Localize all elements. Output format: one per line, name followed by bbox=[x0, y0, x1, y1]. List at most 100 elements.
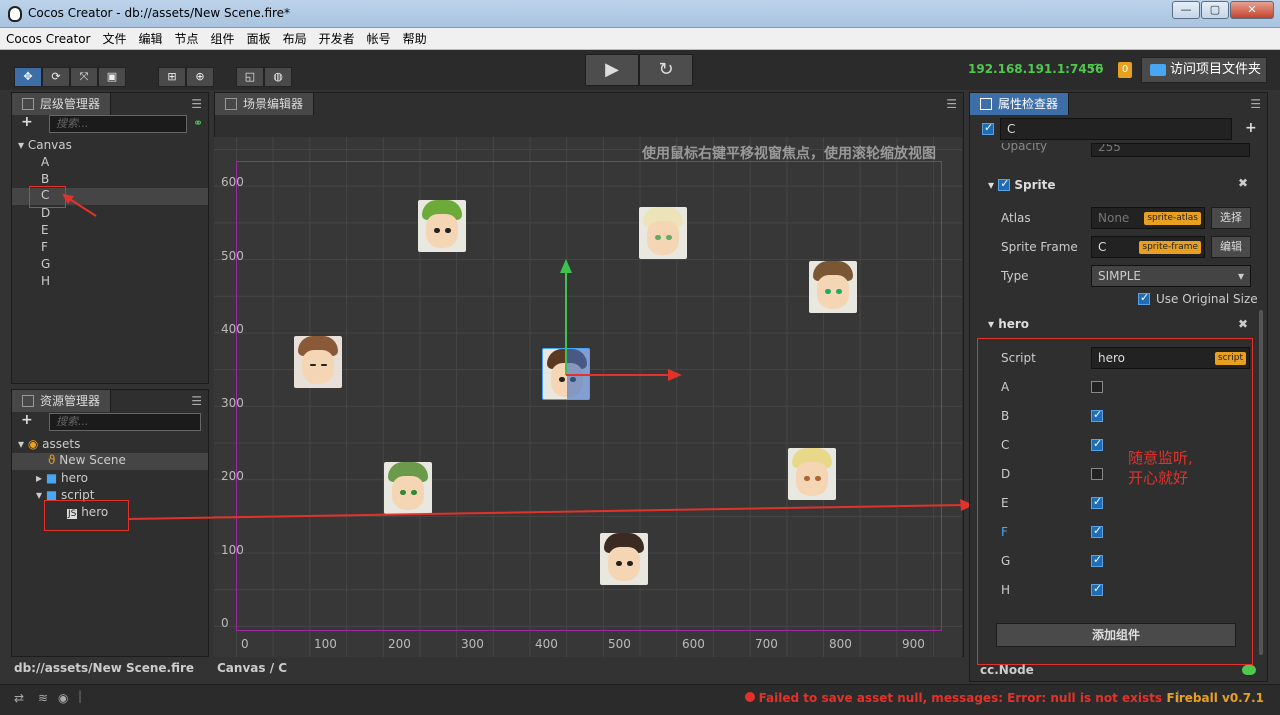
tree-node-e[interactable]: E bbox=[41, 223, 49, 237]
sprite-section-header[interactable]: ▾ Sprite bbox=[988, 177, 1056, 192]
gizmo-x-arrow[interactable] bbox=[668, 369, 682, 381]
y-tick-0: 0 bbox=[221, 616, 229, 630]
x-tick-0: 0 bbox=[241, 637, 249, 651]
global-coord-icon[interactable]: ◍ bbox=[264, 67, 292, 87]
asset-folder-hero[interactable]: ▸ ■ hero bbox=[36, 471, 88, 485]
menu-layout[interactable]: 布局 bbox=[277, 28, 313, 50]
menu-component[interactable]: 组件 bbox=[205, 28, 241, 50]
hero-section-header[interactable]: ▾ hero bbox=[988, 317, 1029, 331]
rect-tool-icon[interactable]: ▣ bbox=[98, 67, 126, 87]
tree-node-h[interactable]: H bbox=[41, 274, 50, 288]
sprite-frame-edit-button[interactable]: 编辑 bbox=[1211, 236, 1251, 258]
error-text: Failed to save asset null, messages: Err… bbox=[758, 691, 1162, 705]
asset-new-scene[interactable]: ϑ New Scene bbox=[12, 453, 208, 470]
tree-node-a[interactable]: A bbox=[41, 155, 49, 169]
db-icon: ◉ bbox=[27, 437, 39, 451]
scale-tool-icon[interactable]: ⤧ bbox=[70, 67, 98, 87]
menu-help[interactable]: 帮助 bbox=[397, 28, 433, 50]
remove-sprite-icon[interactable]: ✖ bbox=[1238, 176, 1248, 190]
scene-tab[interactable]: 场景编辑器 bbox=[215, 93, 315, 115]
hierarchy-tab[interactable]: 层级管理器 bbox=[12, 93, 112, 115]
sprite-node-f[interactable] bbox=[788, 448, 836, 500]
menu-account[interactable]: 帐号 bbox=[361, 28, 397, 50]
tree-node-d[interactable]: D bbox=[41, 206, 50, 220]
node-active-checkbox[interactable] bbox=[982, 121, 994, 135]
eye bbox=[627, 561, 633, 566]
link-icon[interactable]: ⚭ bbox=[193, 116, 203, 130]
eye bbox=[310, 364, 316, 366]
x-tick-100: 100 bbox=[314, 637, 337, 651]
gizmo-y-arrow[interactable] bbox=[560, 259, 572, 273]
menu-developer[interactable]: 开发者 bbox=[313, 28, 361, 50]
x-tick-900: 900 bbox=[902, 637, 925, 651]
menu-panel[interactable]: 面板 bbox=[241, 28, 277, 50]
hierarchy-search-input[interactable]: 搜索... bbox=[49, 115, 187, 133]
panel-menu-icon[interactable]: ☰ bbox=[191, 97, 202, 111]
sprite-node-h[interactable] bbox=[600, 533, 648, 585]
add-asset-icon[interactable]: + bbox=[21, 412, 33, 428]
menu-cocos-creator[interactable]: Cocos Creator bbox=[0, 28, 97, 50]
inspector-status: cc.Node bbox=[980, 663, 1034, 677]
sprite-enabled-checkbox[interactable] bbox=[998, 177, 1011, 191]
menu-file[interactable]: 文件 bbox=[97, 28, 133, 50]
tree-canvas[interactable]: ▾ Canvas bbox=[18, 138, 72, 152]
face-shape bbox=[608, 547, 640, 581]
opacity-input[interactable]: 255 bbox=[1091, 143, 1250, 157]
pivot-icon[interactable]: ⊞ bbox=[158, 67, 186, 87]
hierarchy-icon bbox=[22, 98, 34, 110]
scene-menu-icon[interactable]: ☰ bbox=[946, 97, 957, 111]
database-icon[interactable]: ≋ bbox=[38, 691, 48, 705]
eye bbox=[815, 476, 821, 481]
y-tick-400: 400 bbox=[221, 322, 244, 336]
sprite-node-e[interactable] bbox=[294, 336, 342, 388]
refresh-button[interactable]: ↻ bbox=[639, 54, 693, 86]
visibility-icon[interactable]: ◉ bbox=[58, 691, 68, 705]
inspector-menu-icon[interactable]: ☰ bbox=[1250, 97, 1261, 111]
type-select[interactable]: SIMPLE ▾ bbox=[1091, 265, 1251, 287]
eye-icon[interactable] bbox=[1242, 665, 1256, 675]
add-node-icon[interactable]: + bbox=[21, 114, 33, 130]
move-tool-icon[interactable]: ✥ bbox=[14, 67, 42, 87]
minimize-button[interactable]: — bbox=[1172, 1, 1200, 19]
play-button[interactable]: ▶ bbox=[585, 54, 639, 86]
gizmo-x-axis[interactable] bbox=[566, 374, 670, 376]
add-property-icon[interactable]: + bbox=[1245, 120, 1257, 136]
wifi-icon: ◠ bbox=[1090, 59, 1104, 78]
close-button[interactable]: ✕ bbox=[1230, 1, 1274, 19]
tree-node-f[interactable]: F bbox=[41, 240, 48, 254]
menu-edit[interactable]: 编辑 bbox=[133, 28, 169, 50]
asset-root[interactable]: ▾ ◉ assets bbox=[18, 437, 80, 451]
inspector-tab[interactable]: 属性检查器 bbox=[970, 93, 1070, 115]
remove-hero-icon[interactable]: ✖ bbox=[1238, 317, 1248, 331]
sprite-node-d[interactable] bbox=[809, 261, 857, 313]
assets-tab[interactable]: 资源管理器 bbox=[12, 390, 112, 412]
gizmo-y-axis[interactable] bbox=[565, 270, 567, 375]
notification-badge[interactable]: 0 bbox=[1118, 62, 1132, 78]
open-project-folder-button[interactable]: 访问项目文件夹 bbox=[1141, 57, 1267, 83]
maximize-button[interactable]: ▢ bbox=[1201, 1, 1229, 19]
x-tick-600: 600 bbox=[682, 637, 705, 651]
sync-icon[interactable]: ⇄ bbox=[14, 691, 24, 705]
sprite-frame-field[interactable]: Csprite-frame bbox=[1091, 236, 1205, 258]
assets-menu-icon[interactable]: ☰ bbox=[191, 394, 202, 408]
sprite-node-a[interactable] bbox=[418, 200, 466, 252]
tree-node-b[interactable]: B bbox=[41, 172, 49, 186]
error-message[interactable]: Failed to save asset null, messages: Err… bbox=[744, 691, 1162, 705]
annotation-box-script bbox=[44, 500, 129, 531]
sprite-node-b[interactable] bbox=[639, 207, 687, 259]
atlas-select-button[interactable]: 选择 bbox=[1211, 207, 1251, 229]
atlas-field[interactable]: None sprite-atlas bbox=[1091, 207, 1205, 229]
y-tick-300: 300 bbox=[221, 396, 244, 410]
rotate-tool-icon[interactable]: ⟳ bbox=[42, 67, 70, 87]
x-tick-300: 300 bbox=[461, 637, 484, 651]
inspector-scrollbar[interactable] bbox=[1259, 310, 1263, 655]
center-icon[interactable]: ⊕ bbox=[186, 67, 214, 87]
tree-node-g[interactable]: G bbox=[41, 257, 50, 271]
menu-node[interactable]: 节点 bbox=[169, 28, 205, 50]
use-original-size-checkbox[interactable] bbox=[1138, 291, 1150, 305]
local-coord-icon[interactable]: ◱ bbox=[236, 67, 264, 87]
inspector-icon bbox=[980, 98, 992, 110]
node-name-input[interactable]: C bbox=[1000, 118, 1232, 140]
error-icon bbox=[744, 692, 755, 702]
assets-search-input[interactable]: 搜索... bbox=[49, 413, 201, 431]
